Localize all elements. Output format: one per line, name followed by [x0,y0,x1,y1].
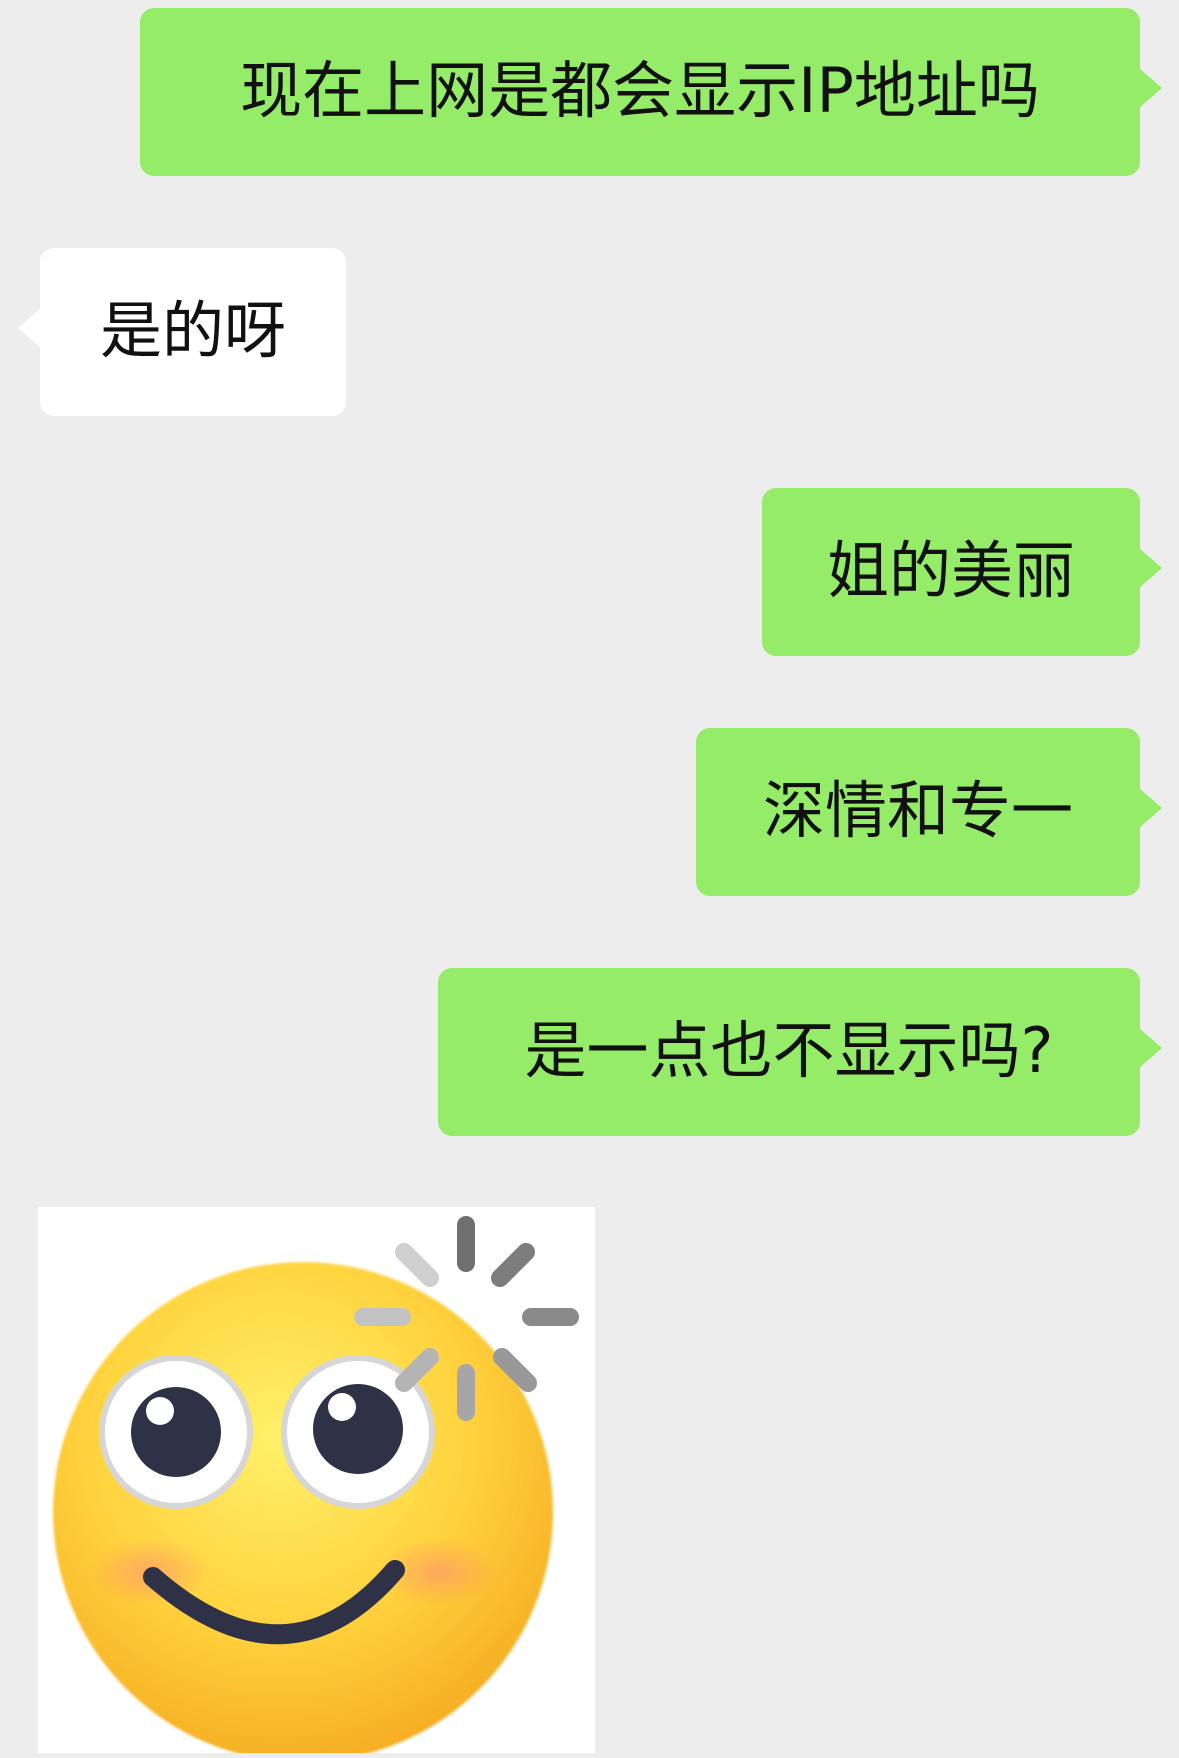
message-text: 姐的美丽 [826,534,1075,607]
message-bubble-sent[interactable]: 现在上网是都会显示IP地址吗 [140,8,1162,176]
message-text: 现在上网是都会显示IP地址吗 [240,54,1040,127]
message-text: 深情和专一 [762,774,1073,847]
message-text: 是一点也不显示吗? [524,1014,1054,1087]
message-text: 是的呀 [99,294,286,367]
message-bubble-sent[interactable]: 是一点也不显示吗? [438,968,1162,1136]
message-bubble-sent[interactable]: 姐的美丽 [762,488,1162,656]
sticker-message[interactable] [38,1207,595,1753]
message-bubble-sent[interactable]: 深情和专一 [696,728,1162,896]
message-bubble-received[interactable]: 是的呀 [18,248,346,416]
dizzy-smiling-face-icon [53,1216,579,1753]
